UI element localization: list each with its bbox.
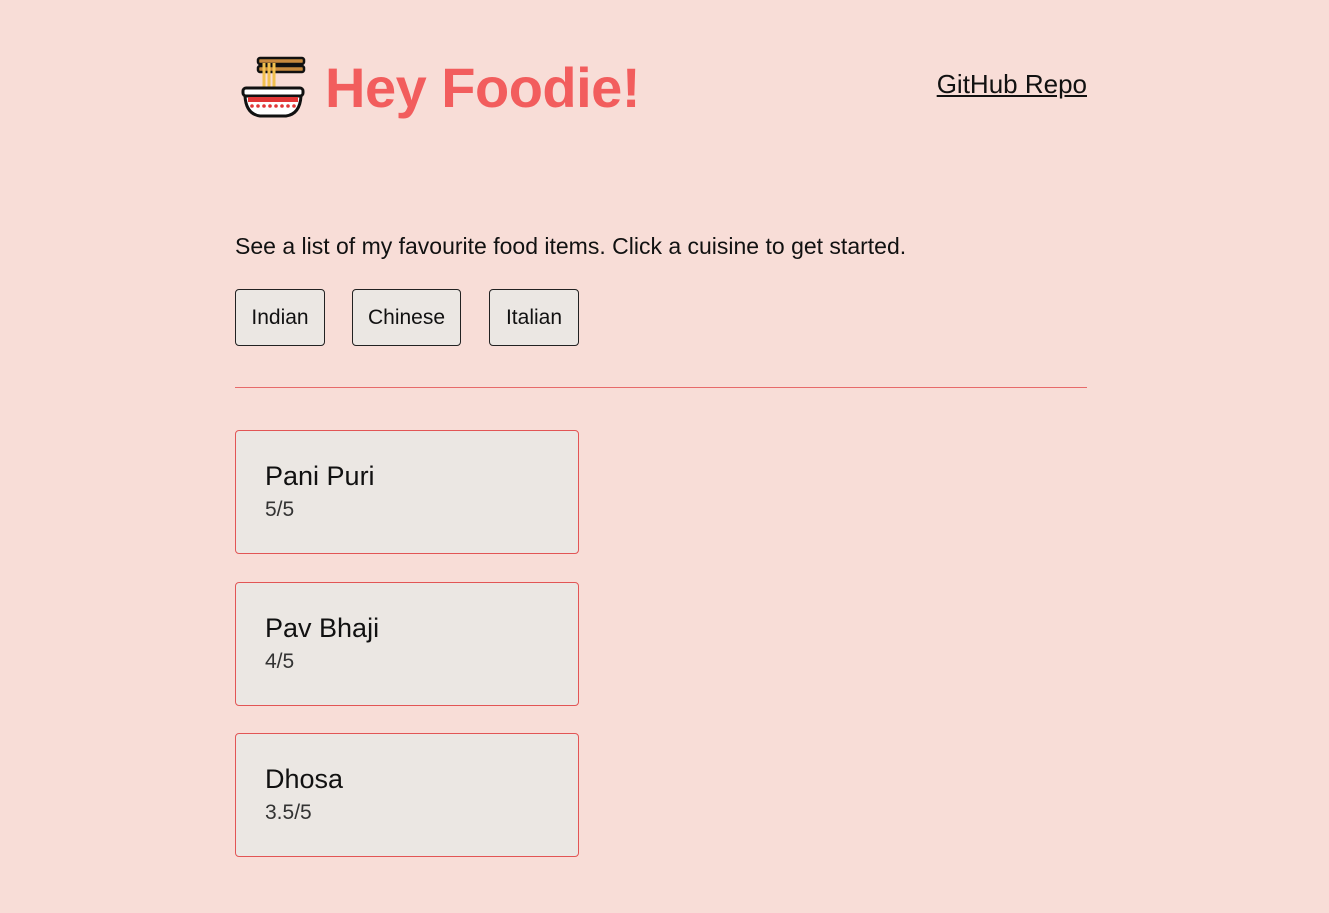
food-card: Pav Bhaji 4/5 <box>235 582 579 706</box>
food-card: Pani Puri 5/5 <box>235 430 579 554</box>
site-header: Hey Foodie! GitHub Repo <box>235 50 1087 130</box>
page: Hey Foodie! GitHub Repo See a list of my… <box>0 0 1329 913</box>
food-card: Dhosa 3.5/5 <box>235 733 579 857</box>
intro-text: See a list of my favourite food items. C… <box>235 233 907 259</box>
page-title: Hey Foodie! <box>325 56 640 119</box>
food-rating: 4/5 <box>265 650 295 673</box>
cuisine-button-indian[interactable]: Indian <box>235 289 325 346</box>
github-repo-link[interactable]: GitHub Repo <box>937 68 1087 100</box>
food-name: Dhosa <box>265 764 344 794</box>
food-rating: 5/5 <box>265 498 295 521</box>
cuisine-button-italian[interactable]: Italian <box>489 289 579 346</box>
noodle-bowl-icon <box>241 56 306 118</box>
food-rating: 3.5/5 <box>265 801 312 824</box>
food-name: Pani Puri <box>265 461 375 491</box>
food-name: Pav Bhaji <box>265 613 380 643</box>
cuisine-button-chinese[interactable]: Chinese <box>352 289 461 346</box>
divider <box>235 387 1087 388</box>
